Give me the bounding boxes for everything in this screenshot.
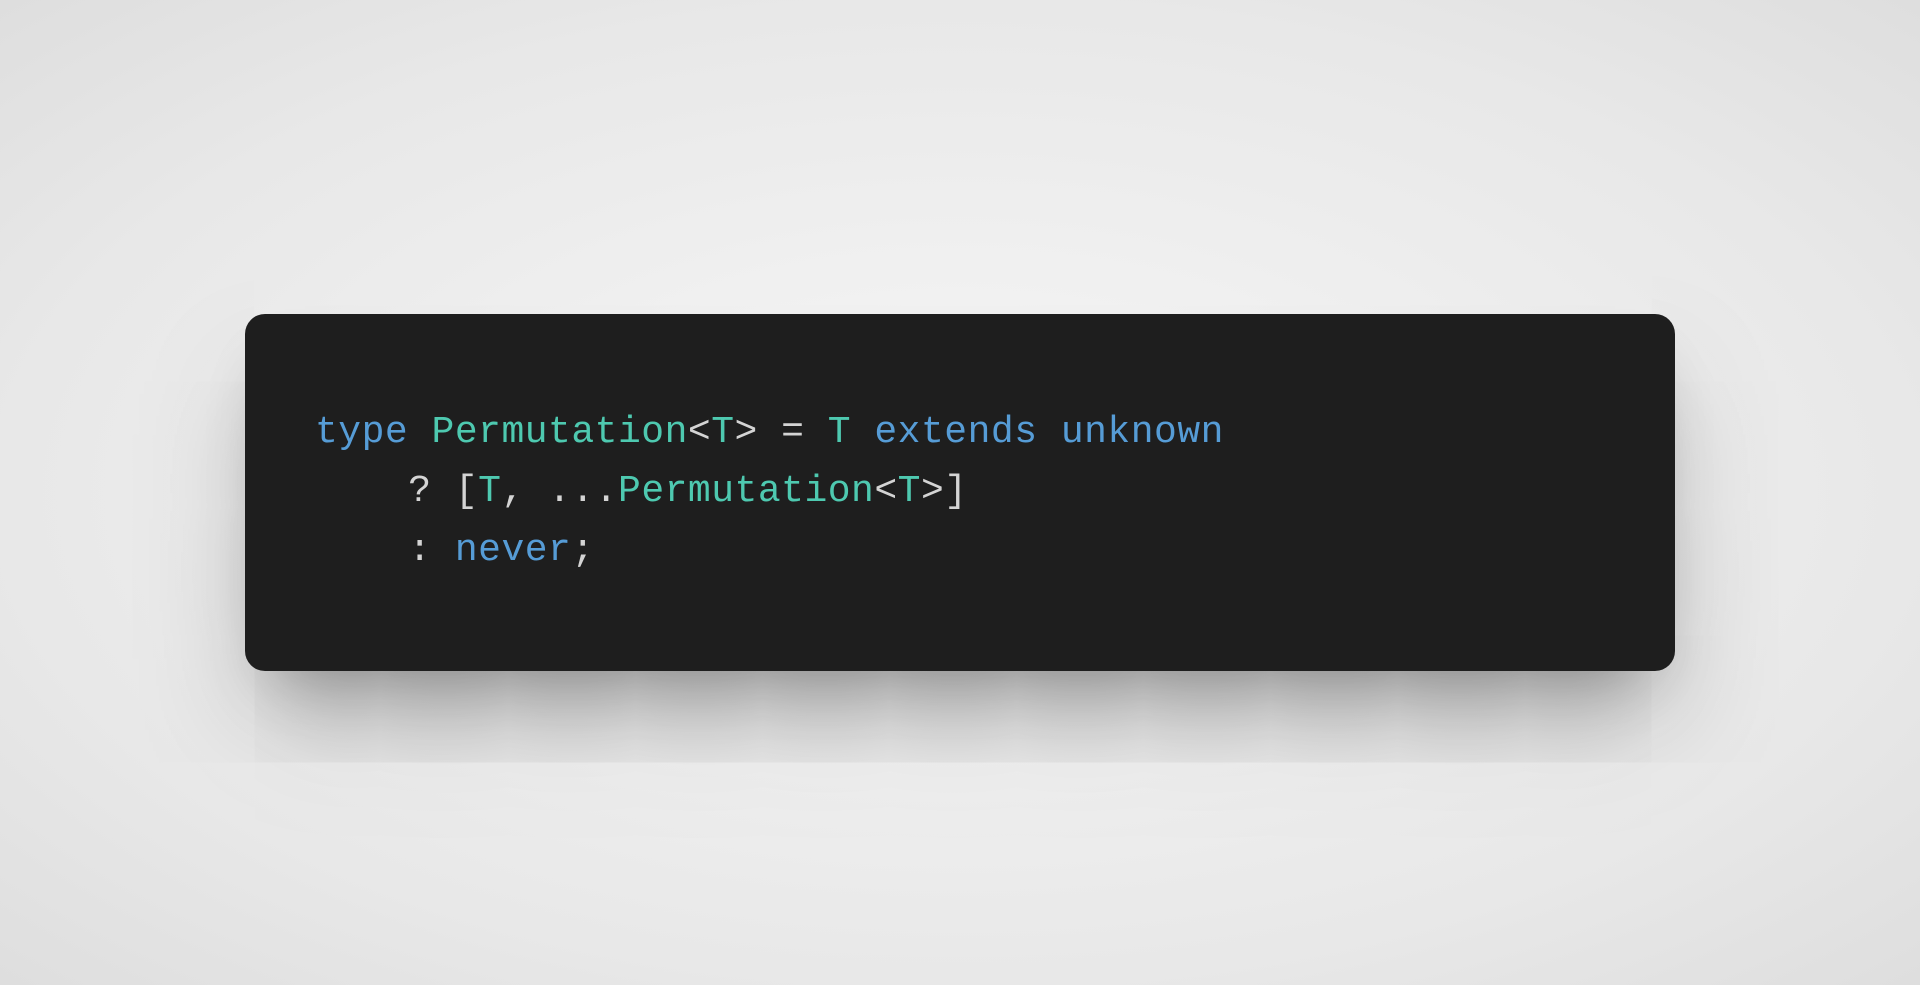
space	[525, 470, 548, 513]
semicolon: ;	[571, 529, 594, 572]
code-line-3: : never;	[315, 522, 1605, 581]
ternary-question: ?	[408, 470, 431, 513]
space	[758, 411, 781, 454]
type-ref-t: T	[898, 470, 921, 513]
type-name-permutation: Permutation	[432, 411, 688, 454]
type-ref-t: T	[478, 470, 501, 513]
space	[432, 470, 455, 513]
code-line-1: type Permutation<T> = T extends unknown	[315, 404, 1605, 463]
type-name-permutation: Permutation	[618, 470, 874, 513]
space	[408, 411, 431, 454]
comma: ,	[501, 470, 524, 513]
space	[432, 529, 455, 572]
space	[804, 411, 827, 454]
space	[851, 411, 874, 454]
indent	[315, 470, 408, 513]
indent	[315, 529, 408, 572]
angle-close: >	[921, 470, 944, 513]
equals: =	[781, 411, 804, 454]
keyword-never: never	[455, 529, 572, 572]
angle-open: <	[874, 470, 897, 513]
spread: ...	[548, 470, 618, 513]
type-param-t: T	[711, 411, 734, 454]
keyword-type: type	[315, 411, 408, 454]
keyword-extends: extends	[874, 411, 1037, 454]
angle-close: >	[735, 411, 758, 454]
ternary-colon: :	[408, 529, 431, 572]
keyword-unknown: unknown	[1061, 411, 1224, 454]
angle-open: <	[688, 411, 711, 454]
bracket-close: ]	[944, 470, 967, 513]
bracket-open: [	[455, 470, 478, 513]
code-block: type Permutation<T> = T extends unknown …	[245, 314, 1675, 671]
space	[1038, 411, 1061, 454]
type-ref-t: T	[828, 411, 851, 454]
code-line-2: ? [T, ...Permutation<T>]	[315, 463, 1605, 522]
